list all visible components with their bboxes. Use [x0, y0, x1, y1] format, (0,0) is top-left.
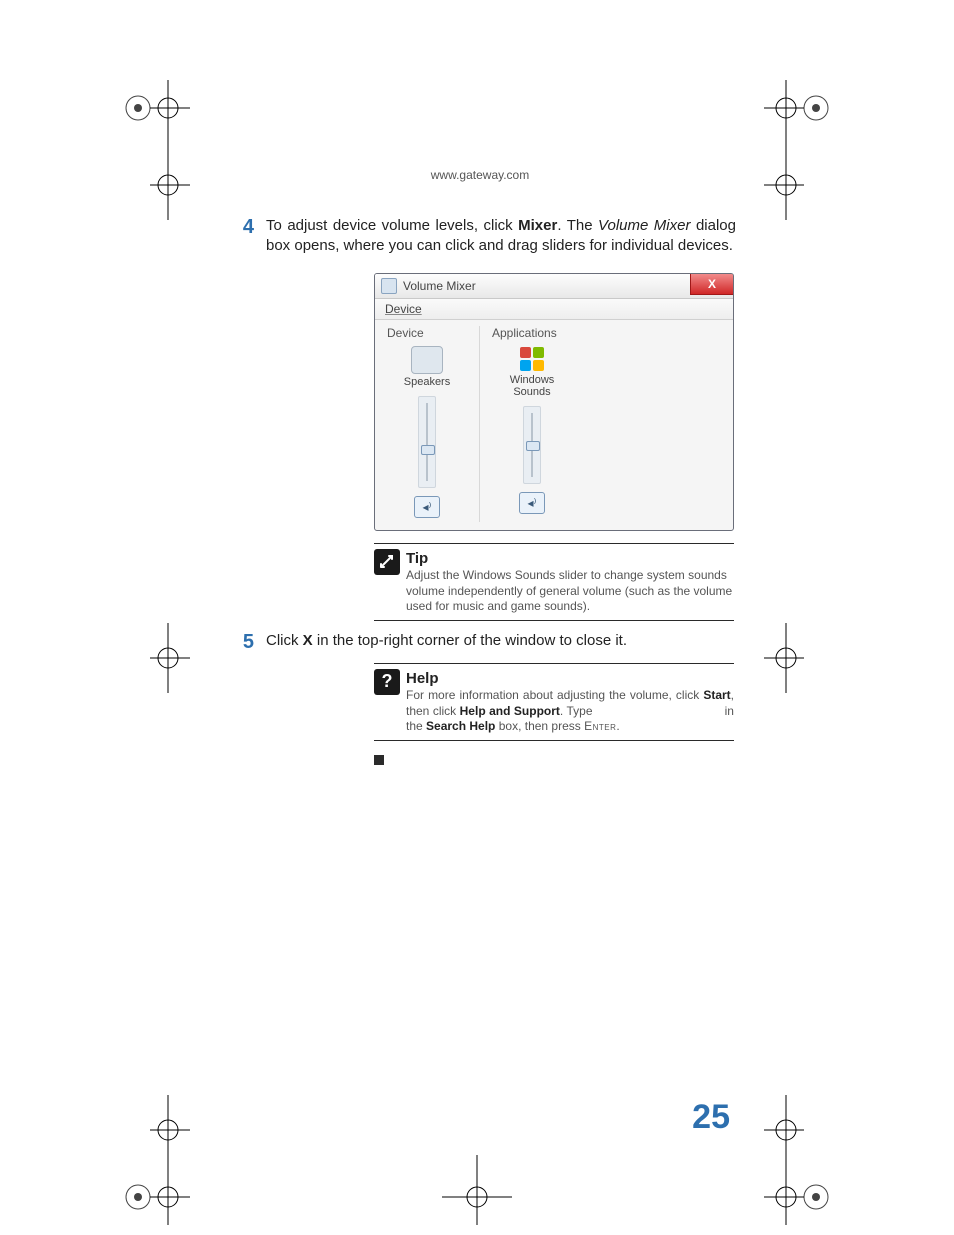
page-number: 25	[692, 1098, 730, 1137]
app-label-line1: Windows	[510, 374, 555, 386]
text: Click	[266, 632, 303, 649]
bold-start: Start	[703, 688, 730, 702]
mute-button[interactable]: ◂⁾	[414, 496, 440, 518]
crop-mark-icon	[120, 80, 190, 150]
volume-mixer-screenshot: Volume Mixer X Device Device Speakers ◂⁾…	[374, 273, 734, 531]
app-label-line2: Sounds	[513, 386, 550, 398]
step-number: 4	[224, 216, 266, 257]
volume-slider[interactable]	[523, 406, 541, 484]
italic-volume-mixer: Volume Mixer	[598, 217, 690, 234]
crop-mark-icon	[764, 150, 834, 220]
crop-mark-icon	[442, 1155, 512, 1225]
crop-mark-icon	[764, 1095, 834, 1165]
tip-callout: Tip Adjust the Windows Sounds slider to …	[374, 543, 734, 621]
step-5: 5 Click X in the top-right corner of the…	[224, 631, 736, 653]
crop-mark-icon	[764, 623, 834, 693]
mute-button[interactable]: ◂⁾	[519, 492, 545, 514]
crop-mark-icon	[120, 623, 190, 693]
section-label-device: Device	[383, 326, 424, 340]
bold-search-help: Search Help	[426, 719, 495, 733]
close-button[interactable]: X	[690, 273, 734, 295]
text: box, then press	[495, 719, 584, 733]
page-content: www.gateway.com 4 To adjust device volum…	[224, 168, 736, 765]
window-title: Volume Mixer	[403, 279, 476, 293]
help-callout: ? Help For more information about adjust…	[374, 663, 734, 741]
crop-mark-icon	[120, 1155, 190, 1225]
bold-x: X	[303, 632, 313, 649]
step-body: To adjust device volume levels, click Mi…	[266, 216, 736, 257]
crop-mark-icon	[120, 150, 190, 220]
crop-mark-icon	[120, 1095, 190, 1165]
text: .	[616, 719, 619, 733]
smallcaps-enter: Enter	[584, 719, 616, 733]
step-4: 4 To adjust device volume levels, click …	[224, 216, 736, 257]
text: . The	[557, 217, 598, 234]
help-title: Help	[406, 670, 439, 687]
step-body: Click X in the top-right corner of the w…	[266, 631, 627, 653]
menu-device[interactable]: Device	[385, 302, 422, 316]
menubar: Device	[375, 299, 733, 320]
applications-column: Applications Windows Sounds ◂⁾	[479, 326, 576, 522]
tip-icon	[374, 549, 400, 575]
speaker-icon[interactable]	[411, 346, 443, 374]
header-url: www.gateway.com	[224, 168, 736, 182]
text: . Type	[560, 704, 596, 718]
crop-mark-icon	[764, 80, 834, 150]
step-number: 5	[224, 631, 266, 653]
bold-mixer: Mixer	[518, 217, 557, 234]
text-gap	[596, 704, 721, 718]
end-of-procedure-icon	[374, 755, 384, 765]
tip-title: Tip	[406, 550, 428, 567]
text: For more information about adjusting the…	[406, 688, 703, 702]
text: To adjust device volume levels, click	[266, 217, 518, 234]
section-label-apps: Applications	[488, 326, 557, 340]
mixer-body: Device Speakers ◂⁾ Applications Windows …	[375, 320, 733, 531]
windows-flag-icon[interactable]	[519, 346, 545, 372]
device-column: Device Speakers ◂⁾	[383, 326, 471, 522]
tip-body: Adjust the Windows Sounds slider to chan…	[406, 568, 732, 613]
bold-help-and-support: Help and Support	[460, 704, 560, 718]
device-label: Speakers	[404, 376, 450, 388]
help-icon: ?	[374, 669, 400, 695]
window-icon	[381, 278, 397, 294]
volume-slider[interactable]	[418, 396, 436, 488]
crop-mark-icon	[764, 1155, 834, 1225]
window-titlebar: Volume Mixer X	[375, 274, 733, 299]
text: in the top-right corner of the window to…	[313, 632, 627, 649]
